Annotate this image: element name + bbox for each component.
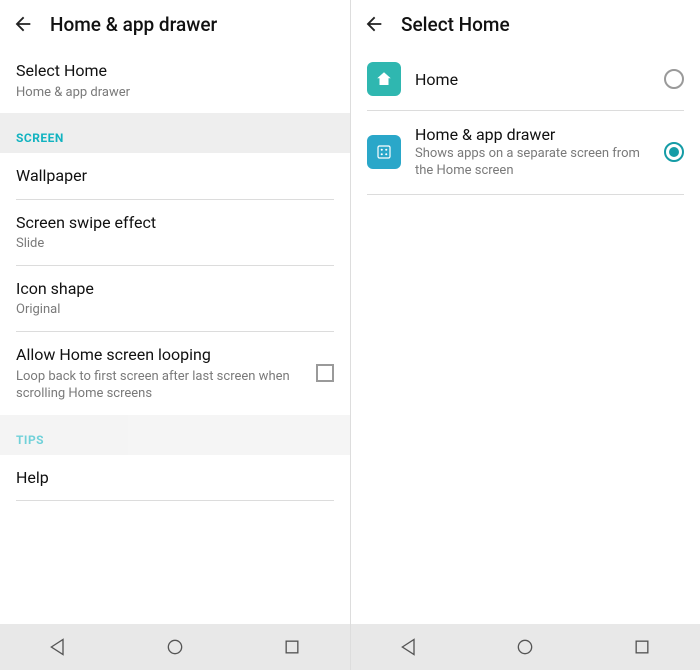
option-home[interactable]: Home (351, 48, 700, 110)
divider (367, 194, 684, 195)
home-icon (367, 62, 401, 96)
icon-shape-row[interactable]: Icon shape Original (0, 266, 350, 331)
select-home-subtitle: Home & app drawer (16, 84, 334, 102)
select-home-row[interactable]: Select Home Home & app drawer (0, 48, 350, 113)
swipe-effect-value: Slide (16, 235, 334, 253)
back-icon[interactable] (363, 13, 385, 35)
left-screen: Home & app drawer Select Home Home & app… (0, 0, 350, 670)
appbar: Home & app drawer (0, 0, 350, 48)
option-desc: Shows apps on a separate screen from the… (415, 146, 650, 180)
option-title: Home (415, 70, 650, 89)
page-title: Home & app drawer (50, 13, 217, 36)
page-title: Select Home (401, 13, 510, 36)
help-label: Help (16, 467, 334, 489)
icon-shape-value: Original (16, 301, 334, 319)
appbar: Select Home (351, 0, 700, 48)
section-header-tips: TIPS (0, 415, 350, 455)
radio-home-app-drawer[interactable] (664, 142, 684, 162)
swipe-effect-title: Screen swipe effect (16, 212, 334, 234)
navigation-bar (0, 624, 350, 670)
nav-back-button[interactable] (28, 624, 88, 670)
app-drawer-icon (367, 135, 401, 169)
divider (16, 500, 334, 501)
nav-home-button[interactable] (495, 624, 555, 670)
wallpaper-label: Wallpaper (16, 165, 334, 187)
looping-desc: Loop back to first screen after last scr… (16, 368, 304, 403)
navigation-bar (351, 624, 700, 670)
icon-shape-title: Icon shape (16, 278, 334, 300)
help-row[interactable]: Help (0, 455, 350, 501)
section-header-screen: SCREEN (0, 113, 350, 153)
select-home-title: Select Home (16, 60, 334, 82)
content-right: Home Home & app drawer Shows apps on a s… (351, 48, 700, 624)
wallpaper-row[interactable]: Wallpaper (0, 153, 350, 199)
radio-home[interactable] (664, 69, 684, 89)
back-icon[interactable] (12, 13, 34, 35)
swipe-effect-row[interactable]: Screen swipe effect Slide (0, 200, 350, 265)
nav-recent-button[interactable] (262, 624, 322, 670)
looping-row[interactable]: Allow Home screen looping Loop back to f… (0, 332, 350, 415)
option-home-app-drawer[interactable]: Home & app drawer Shows apps on a separa… (351, 111, 700, 194)
nav-recent-button[interactable] (612, 624, 672, 670)
option-title: Home & app drawer (415, 125, 650, 144)
nav-back-button[interactable] (379, 624, 439, 670)
looping-checkbox[interactable] (316, 364, 334, 382)
content-left: Select Home Home & app drawer SCREEN Wal… (0, 48, 350, 624)
right-screen: Select Home Home Home & app drawer (350, 0, 700, 670)
looping-title: Allow Home screen looping (16, 344, 304, 366)
nav-home-button[interactable] (145, 624, 205, 670)
